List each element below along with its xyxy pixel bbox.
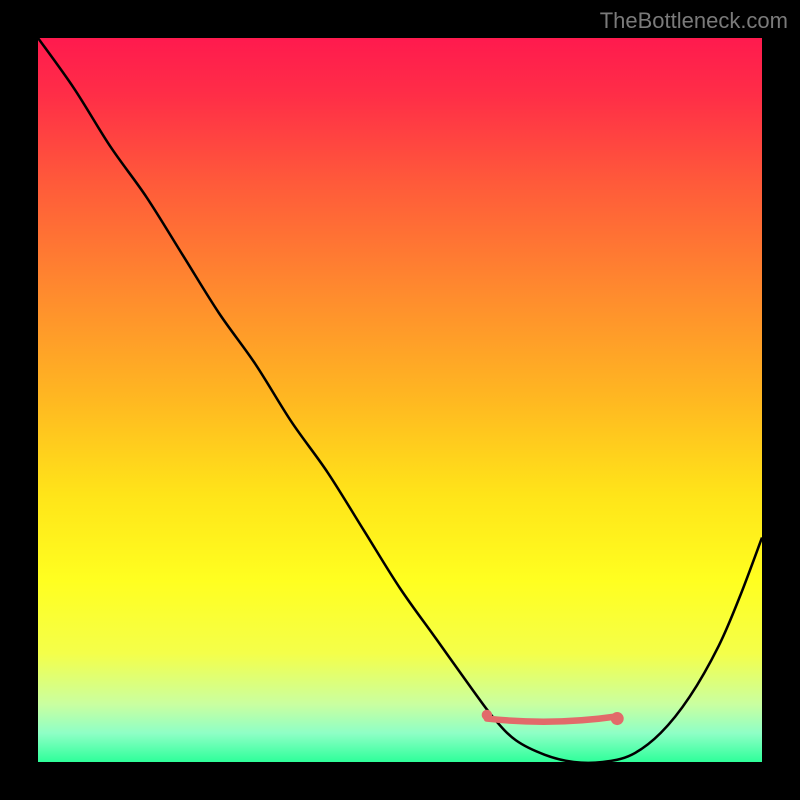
watermark-text: TheBottleneck.com (600, 8, 788, 34)
plot-area (38, 38, 762, 762)
gradient-background (38, 38, 762, 762)
chart-container: TheBottleneck.com (0, 0, 800, 800)
